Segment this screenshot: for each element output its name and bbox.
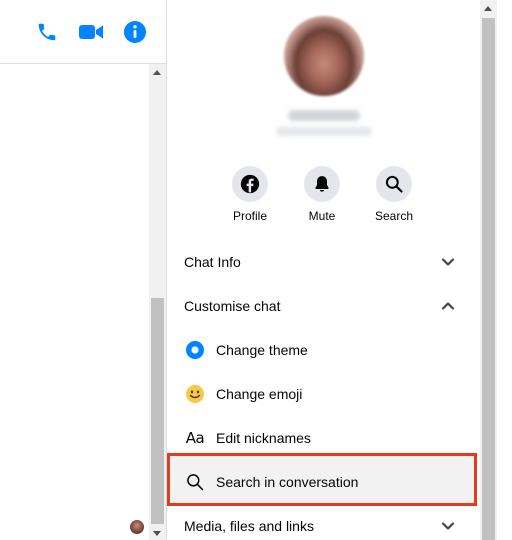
blurred-active-status bbox=[276, 127, 372, 136]
window-edge bbox=[497, 0, 512, 540]
profile-label: Profile bbox=[232, 209, 267, 223]
info-pane-scrollbar[interactable] bbox=[480, 0, 497, 540]
edit-nicknames-label: Edit nicknames bbox=[216, 430, 311, 446]
blurred-contact-name bbox=[288, 110, 360, 121]
scrollbar-thumb[interactable] bbox=[151, 298, 164, 524]
profile-button[interactable]: Profile bbox=[220, 166, 280, 223]
search-label: Search bbox=[374, 209, 414, 223]
change-emoji-item[interactable]: Change emoji bbox=[167, 372, 480, 416]
media-files-links-label: Media, files and links bbox=[184, 518, 314, 534]
profile-avatar[interactable] bbox=[284, 16, 364, 96]
scroll-down-arrow-icon[interactable] bbox=[153, 531, 161, 536]
smiley-emoji-icon bbox=[184, 383, 206, 405]
media-files-links-section[interactable]: Media, files and links bbox=[167, 504, 480, 540]
chevron-down-icon bbox=[441, 519, 455, 533]
chat-info-label: Chat Info bbox=[184, 254, 241, 270]
phone-icon[interactable] bbox=[34, 19, 60, 45]
chat-pane bbox=[0, 0, 166, 540]
chat-scrollbar[interactable] bbox=[149, 64, 166, 540]
search-in-conversation-item[interactable]: Search in conversation bbox=[167, 460, 480, 504]
search-in-conversation-label: Search in conversation bbox=[216, 474, 359, 490]
scroll-up-arrow-icon[interactable] bbox=[484, 6, 492, 11]
chat-info-section[interactable]: Chat Info bbox=[167, 240, 480, 284]
chevron-up-icon bbox=[441, 299, 455, 313]
facebook-icon bbox=[232, 166, 268, 202]
search-icon bbox=[184, 471, 206, 493]
change-emoji-label: Change emoji bbox=[216, 386, 303, 402]
scroll-up-arrow-icon[interactable] bbox=[153, 70, 161, 75]
chevron-down-icon bbox=[441, 255, 455, 269]
chat-header bbox=[0, 0, 166, 64]
video-camera-icon[interactable] bbox=[78, 19, 104, 45]
bell-icon bbox=[304, 166, 340, 202]
change-theme-label: Change theme bbox=[216, 342, 308, 358]
read-receipt-avatar bbox=[130, 520, 144, 534]
search-button[interactable]: Search bbox=[364, 166, 424, 223]
search-icon bbox=[376, 166, 412, 202]
change-theme-item[interactable]: Change theme bbox=[167, 328, 480, 372]
theme-dot-icon bbox=[184, 339, 206, 361]
mute-label: Mute bbox=[308, 209, 336, 223]
mute-button[interactable]: Mute bbox=[292, 166, 352, 223]
customise-chat-label: Customise chat bbox=[184, 298, 281, 314]
scrollbar-thumb[interactable] bbox=[482, 18, 495, 540]
customise-chat-section[interactable]: Customise chat bbox=[167, 284, 480, 328]
info-icon[interactable] bbox=[122, 19, 148, 45]
text-aa-icon: Aa bbox=[185, 429, 205, 447]
